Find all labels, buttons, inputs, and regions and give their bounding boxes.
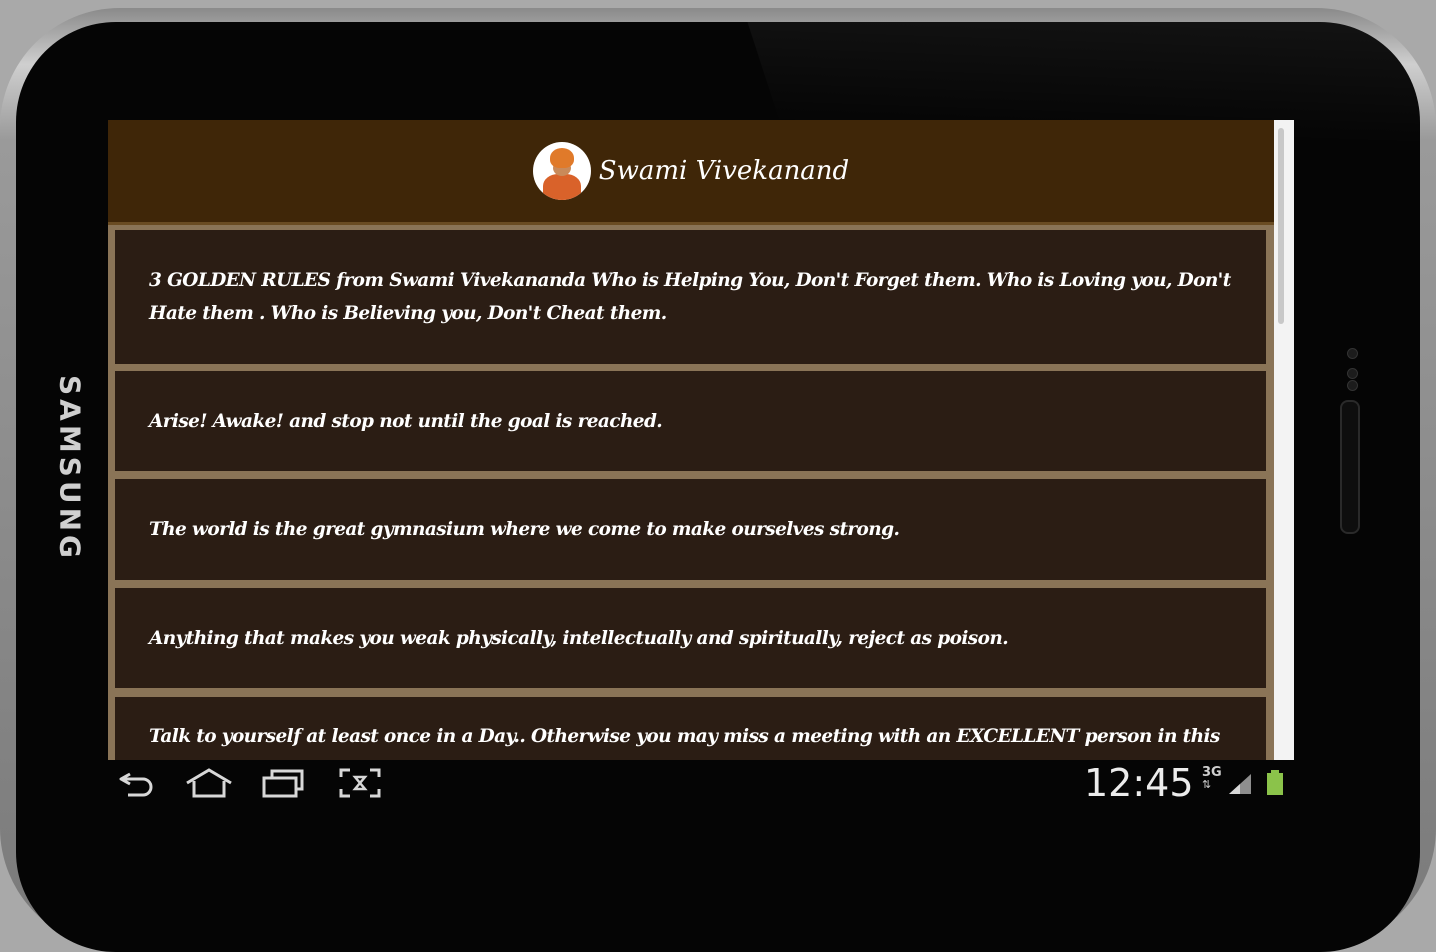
system-navigation-bar: 12:45 3G ⇅ [108, 760, 1294, 810]
quote-text: 3 GOLDEN RULES from Swami Vivekananda Wh… [149, 270, 1231, 324]
brand-logo: SAMSUNG [53, 374, 87, 563]
screenshot-icon[interactable] [338, 760, 382, 806]
signal-icon [1226, 760, 1256, 806]
data-arrows-icon: ⇅ [1202, 778, 1212, 791]
app-title: Swami Vivekanand [598, 156, 850, 186]
network-type-indicator: 3G ⇅ [1202, 760, 1228, 806]
quote-card[interactable]: The world is the great gymnasium where w… [115, 479, 1266, 580]
quote-card[interactable]: Talk to yourself at least once in a Day.… [115, 697, 1266, 760]
quote-text: Talk to yourself at least once in a Day.… [149, 726, 1220, 760]
home-icon[interactable] [184, 760, 234, 806]
quote-text: The world is the great gymnasium where w… [149, 519, 900, 540]
scrollbar[interactable] [1278, 128, 1284, 324]
quote-card[interactable]: Arise! Awake! and stop not until the goa… [115, 371, 1266, 471]
status-time: 12:45 [1084, 761, 1194, 805]
back-icon[interactable] [116, 760, 156, 806]
action-bar: Swami Vivekanand [108, 120, 1274, 225]
recent-apps-icon[interactable] [260, 760, 308, 806]
home-hardware-button[interactable] [1340, 400, 1360, 534]
battery-icon [1264, 760, 1286, 806]
quote-text: Arise! Awake! and stop not until the goa… [149, 410, 663, 432]
app-logo-avatar [532, 142, 591, 200]
quote-card[interactable]: Anything that makes you weak physically,… [115, 588, 1266, 688]
quote-text: Anything that makes you weak physically,… [149, 627, 1009, 649]
quote-list[interactable]: 3 GOLDEN RULES from Swami Vivekananda Wh… [108, 225, 1274, 760]
light-sensor-icon [1347, 368, 1358, 379]
app-screen: Swami Vivekanand 3 GOLDEN RULES from Swa… [108, 120, 1294, 760]
camera-sensor-icon [1347, 348, 1358, 359]
proximity-sensor-icon [1347, 380, 1358, 391]
quote-card[interactable]: 3 GOLDEN RULES from Swami Vivekananda Wh… [115, 230, 1266, 364]
